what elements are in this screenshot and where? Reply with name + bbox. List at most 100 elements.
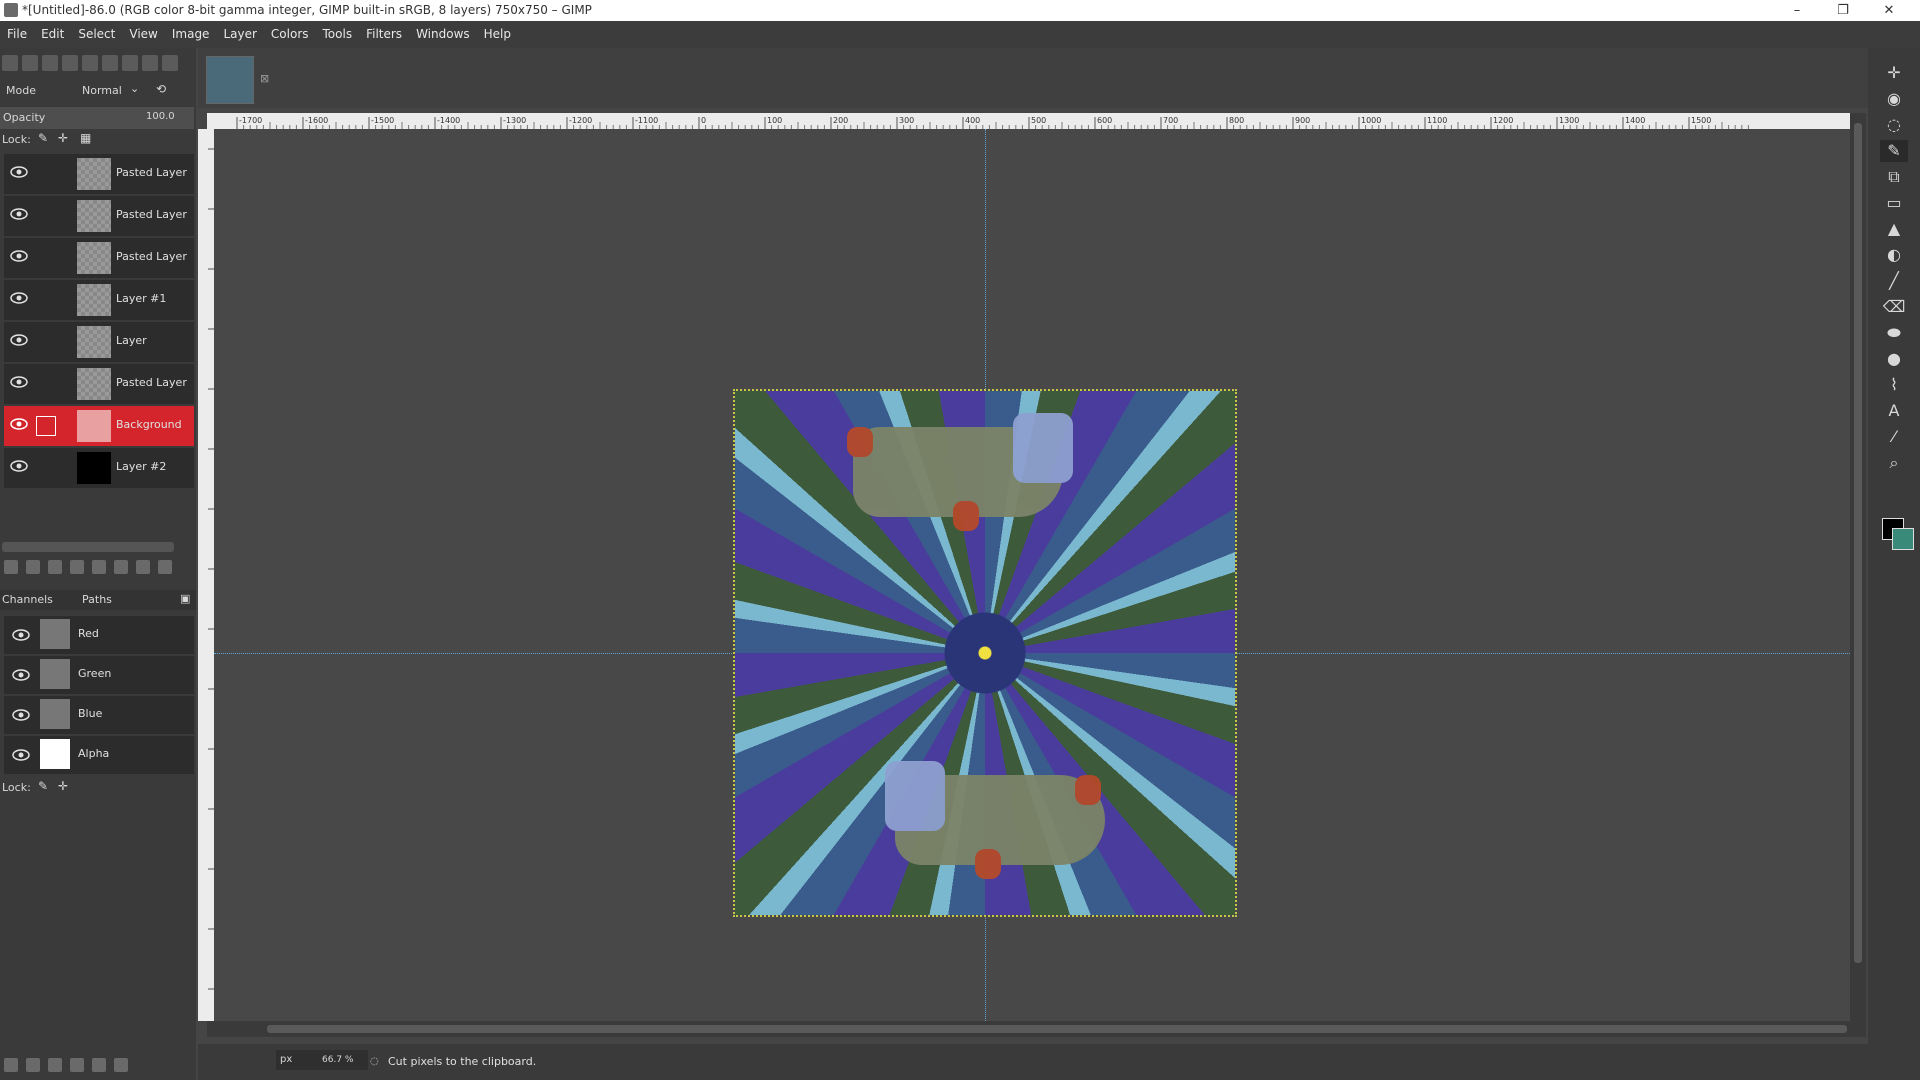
eye-icon[interactable] [12,709,30,721]
menu-layer[interactable]: Layer [216,21,263,48]
horizontal-scrollbar[interactable] [207,1021,1850,1037]
restore-button[interactable]: ❐ [1820,0,1866,21]
lock-position-icon[interactable]: ✛ [58,779,68,793]
eye-icon[interactable] [10,334,28,346]
vertical-ruler[interactable] [198,129,214,1021]
delete-layer-icon[interactable] [158,560,172,574]
new-channel-icon[interactable] [4,1058,18,1072]
menu-colors[interactable]: Colors [264,21,316,48]
channel-row[interactable]: Alpha [4,736,194,774]
eye-icon[interactable] [10,418,28,430]
menu-filters[interactable]: Filters [359,21,409,48]
merge-layer-icon[interactable] [136,560,150,574]
menu-edit[interactable]: Edit [34,21,71,48]
horizontal-ruler[interactable]: -1700 -1600 -1500 -1400 -1300 -1200 -1100 0 100 2… [207,113,1850,129]
new-layer-group-icon[interactable] [4,560,18,574]
image-canvas[interactable] [214,129,1850,1021]
chain-toggle[interactable] [36,416,56,436]
image-tab-close-icon[interactable]: ⊠ [260,72,269,85]
tab-device-icon[interactable] [42,55,58,71]
new-layer-icon[interactable] [26,560,40,574]
anchor-layer-icon[interactable] [114,560,128,574]
paintbrush-icon[interactable]: ╱ [1880,270,1908,292]
menu-view[interactable]: View [122,21,164,48]
tab-fonts-icon[interactable] [102,55,118,71]
lower-layer-icon[interactable] [70,560,84,574]
text-icon[interactable]: A [1880,400,1908,422]
layer-row[interactable]: Layer #1 [4,280,194,320]
color-picker-icon[interactable]: ⁄ [1880,426,1908,448]
tab-layers-icon[interactable] [122,55,138,71]
layer-row[interactable]: Layer [4,322,194,362]
raise-channel-icon[interactable] [26,1058,40,1072]
vertical-scrollbar[interactable] [1850,113,1866,1037]
eye-icon[interactable] [10,166,28,178]
tab-tool-options-icon[interactable] [22,55,38,71]
menu-tools[interactable]: Tools [316,21,360,48]
layer-row[interactable]: Layer #2 [4,448,194,488]
layer-row[interactable]: Pasted Layer [4,154,194,194]
move-icon[interactable]: ✛ [1880,62,1908,84]
scroll-thumb[interactable] [267,1025,1847,1033]
menu-select[interactable]: Select [71,21,122,48]
image-tab-thumbnail[interactable] [206,56,254,104]
lasso-icon[interactable]: ◌ [1880,114,1908,136]
bucket-fill-icon[interactable]: ▲ [1880,218,1908,240]
eye-icon[interactable] [12,629,30,641]
paths-icon[interactable]: ✎ [1880,140,1908,162]
close-button[interactable]: ✕ [1866,0,1912,21]
path-tool-icon[interactable]: ⌇ [1880,374,1908,396]
channel-row[interactable]: Blue [4,696,194,734]
lock-pixels-icon[interactable]: ✎ [38,779,48,793]
layer-row[interactable]: Pasted Layer [4,238,194,278]
tab-left-arrow-icon[interactable] [2,55,18,71]
eye-icon[interactable] [10,460,28,472]
dodge-icon[interactable]: ● [1880,348,1908,370]
eye-icon[interactable] [10,376,28,388]
duplicate-layer-icon[interactable] [92,560,106,574]
eye-icon[interactable] [10,292,28,304]
menu-windows[interactable]: Windows [409,21,477,48]
unit-dropdown[interactable]: px [276,1050,318,1070]
tab-channels[interactable]: Channels [2,593,53,606]
transform-icon[interactable]: ▭ [1880,192,1908,214]
tab-undo-icon[interactable] [142,55,158,71]
opacity-slider[interactable]: Opacity 100.0 [0,107,194,129]
zoom-dropdown[interactable]: 66.7 % [318,1050,368,1070]
eye-icon[interactable] [10,250,28,262]
reset-mode-icon[interactable]: ⟲ [156,82,166,96]
fuzzy-select-icon[interactable]: ◉ [1880,88,1908,110]
background-color-swatch[interactable] [1892,528,1914,550]
raise-layer-icon[interactable] [48,560,62,574]
tab-right-arrow-icon[interactable] [162,55,178,71]
channel-to-selection-icon[interactable] [92,1058,106,1072]
eye-icon[interactable] [10,208,28,220]
layer-row[interactable]: Pasted Layer [4,364,194,404]
layers-hscrollbar[interactable] [2,542,174,552]
crop-icon[interactable]: ⧉ [1880,166,1908,188]
kaleidoscope-image[interactable] [733,389,1237,917]
minimize-button[interactable]: – [1774,0,1820,21]
tab-patterns-icon[interactable] [82,55,98,71]
menu-image[interactable]: Image [165,21,217,48]
tab-brushes-icon[interactable] [62,55,78,71]
scroll-thumb[interactable] [1854,123,1862,963]
layer-row[interactable]: Pasted Layer [4,196,194,236]
menu-help[interactable]: Help [477,21,518,48]
delete-channel-icon[interactable] [114,1058,128,1072]
eye-icon[interactable] [12,669,30,681]
clone-icon[interactable]: ⬬ [1880,322,1908,344]
lock-position-icon[interactable]: ✛ [58,131,68,145]
duplicate-channel-icon[interactable] [70,1058,84,1072]
eraser-icon[interactable]: ⌫ [1880,296,1908,318]
lock-alpha-icon[interactable]: ▦ [80,131,91,145]
blur-icon[interactable]: ◐ [1880,244,1908,266]
eye-icon[interactable] [12,749,30,761]
zoom-icon[interactable]: ⌕ [1880,452,1908,474]
layer-row-selected[interactable]: Background [4,406,194,446]
channel-row[interactable]: Green [4,656,194,694]
channel-row[interactable]: Red [4,616,194,654]
lock-pixels-icon[interactable]: ✎ [38,131,48,145]
menu-file[interactable]: File [0,21,34,48]
lower-channel-icon[interactable] [48,1058,62,1072]
